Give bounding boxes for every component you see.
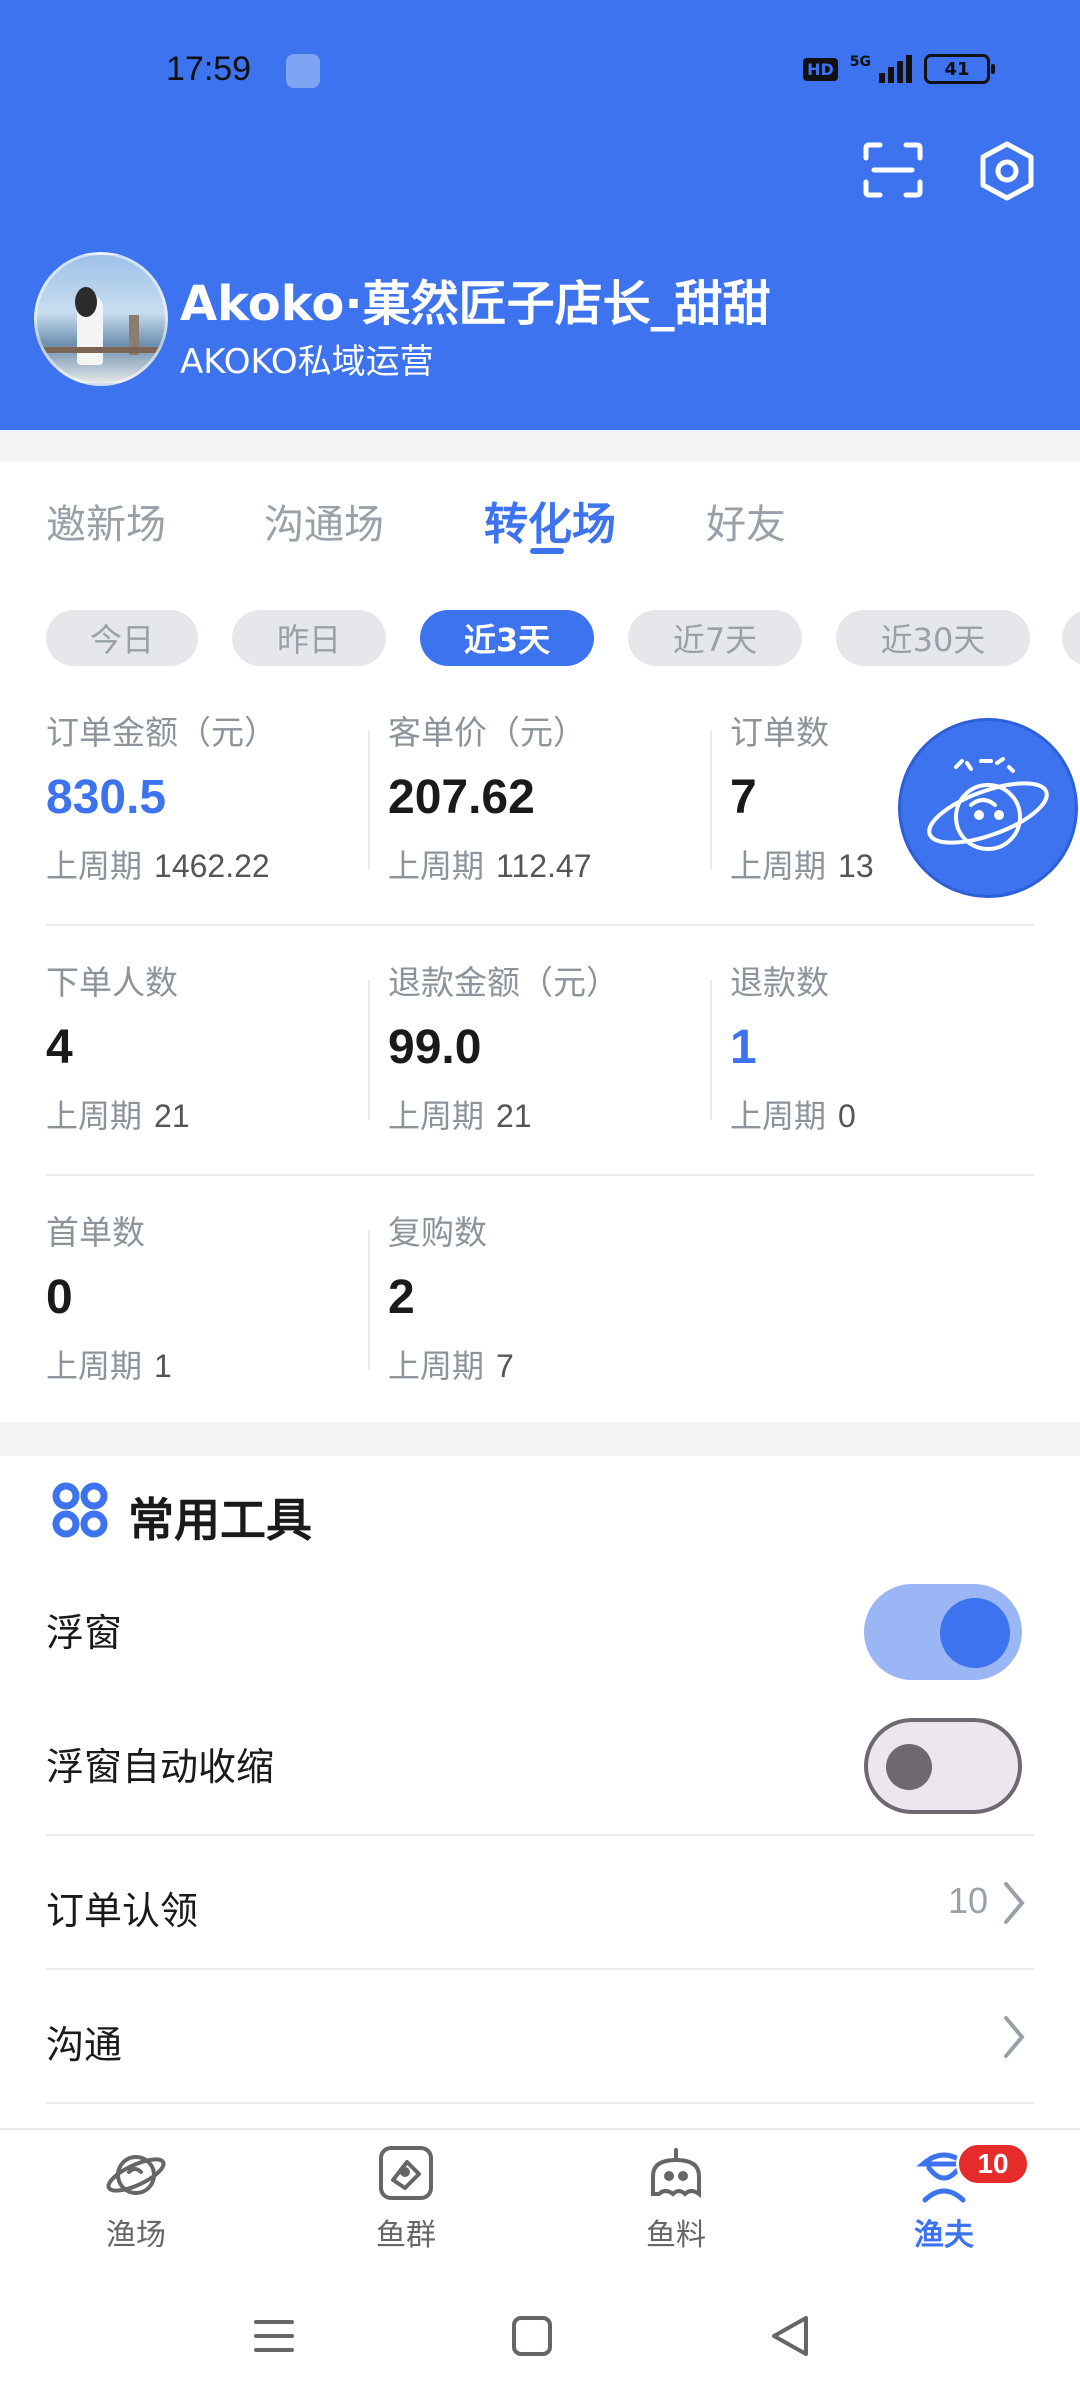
user-role: AKOKO私域运营 [180, 342, 434, 382]
battery-level: 41 [944, 58, 970, 80]
tab-invite[interactable]: 邀新场 [46, 492, 166, 550]
metric-previous: 上周期 1462.22 [46, 847, 270, 885]
metric-refund-count: 退款数 1 上周期 0 [730, 956, 1060, 1137]
metric-label: 下单人数 [46, 963, 178, 1002]
metric-previous: 上周期 21 [46, 1097, 190, 1135]
metric-label: 客单价（元） [388, 713, 586, 752]
row-divider [46, 1174, 1034, 1176]
metric-value: 830.5 [46, 771, 167, 824]
divider [368, 1230, 370, 1370]
date-range-chips: 今日 昨日 近3天 近7天 近30天 [0, 610, 1080, 668]
divider [368, 730, 370, 870]
row-divider [46, 2102, 1034, 2104]
divider [368, 980, 370, 1120]
metric-label: 复购数 [388, 1213, 487, 1252]
notification-app-icon [286, 54, 320, 88]
chat-row[interactable]: 沟通 [46, 1970, 1034, 2104]
home-icon[interactable] [504, 2308, 560, 2364]
metric-value: 207.62 [388, 771, 535, 824]
metric-value: 0 [46, 1271, 73, 1324]
active-tab-indicator [530, 548, 564, 554]
planet-icon [106, 2155, 166, 2195]
nav-label: 鱼群 [376, 2218, 436, 2253]
scene-tabs: 邀新场 沟通场 转化场 好友 [0, 492, 1080, 572]
chevron-right-icon [1004, 2016, 1025, 2058]
section-title: 常用工具 [128, 1493, 312, 1547]
scan-icon[interactable] [862, 142, 924, 198]
floating-assistant-bubble[interactable] [898, 718, 1078, 898]
row-label: 浮窗自动收缩 [46, 1745, 275, 1789]
user-name: Akoko·菓然匠子店长_甜甜 [180, 276, 771, 332]
range-more[interactable] [1062, 610, 1080, 666]
status-time: 17:59 [166, 50, 252, 88]
order-claim-count: 10 [947, 1880, 988, 1921]
range-7days[interactable]: 近7天 [628, 610, 802, 666]
metric-previous: 上周期 0 [730, 1097, 856, 1135]
row-label: 沟通 [46, 2023, 123, 2067]
nav-bait[interactable]: 鱼料 [606, 2142, 746, 2262]
settings-icon[interactable] [978, 140, 1036, 202]
metric-label: 订单金额（元） [46, 713, 277, 752]
range-3days[interactable]: 近3天 [420, 610, 594, 666]
status-bar: 17:59 HD 5G 41 [0, 48, 1080, 98]
tab-communicate[interactable]: 沟通场 [264, 492, 384, 550]
metric-repurchase-count: 复购数 2 上周期 7 [388, 1206, 718, 1387]
bait-icon [651, 2148, 701, 2198]
metric-previous: 上周期 1 [46, 1347, 172, 1385]
float-window-row: 浮窗 [46, 1558, 1034, 1692]
nav-label: 渔夫 [914, 2218, 974, 2253]
metric-label: 退款数 [730, 963, 829, 1002]
order-claim-row[interactable]: 订单认领 10 [46, 1836, 1034, 1970]
system-navigation-bar [0, 2268, 1080, 2400]
metric-value: 1 [730, 1021, 757, 1074]
back-icon[interactable] [762, 2308, 818, 2364]
metric-order-amount: 订单金额（元） 830.5 上周期 1462.22 [46, 706, 376, 887]
metric-value: 99.0 [388, 1021, 482, 1074]
grid-icon [50, 1480, 110, 1540]
stats-card: 邀新场 沟通场 转化场 好友 今日 昨日 近3天 近7天 近30天 订单金额（元… [0, 462, 1080, 1422]
status-indicators: HD 5G 41 [803, 54, 995, 84]
metric-refund-amount: 退款金额（元） 99.0 上周期 21 [388, 956, 718, 1137]
nav-fish-group[interactable]: 鱼群 [336, 2142, 476, 2262]
metric-value: 4 [46, 1021, 73, 1074]
metric-value: 2 [388, 1271, 415, 1324]
nav-fishing-ground[interactable]: 渔场 [66, 2142, 206, 2262]
chevron-right-icon [1004, 1882, 1025, 1924]
notification-badge: 10 [956, 2142, 1030, 2186]
metric-buyer-count: 下单人数 4 上周期 21 [46, 956, 376, 1137]
metric-previous: 上周期 21 [388, 1097, 532, 1135]
range-today[interactable]: 今日 [46, 610, 198, 666]
metric-label: 首单数 [46, 1213, 145, 1252]
nav-label: 渔场 [106, 2218, 166, 2253]
network-type: 5G [849, 54, 871, 70]
float-window-toggle[interactable] [864, 1584, 1022, 1680]
row-label: 订单认领 [46, 1889, 199, 1933]
battery-icon: 41 [924, 54, 995, 84]
auto-shrink-row: 浮窗自动收缩 [46, 1692, 1034, 1826]
range-30days[interactable]: 近30天 [836, 610, 1030, 666]
divider [710, 980, 712, 1120]
tab-convert[interactable]: 转化场 [484, 488, 616, 552]
metric-label: 退款金额（元） [388, 963, 619, 1002]
hd-icon: HD [803, 57, 838, 81]
signal-icon [879, 55, 912, 83]
auto-shrink-toggle[interactable] [864, 1718, 1022, 1814]
fish-group-icon [379, 2146, 433, 2200]
avatar[interactable] [34, 252, 168, 386]
metric-previous: 上周期 112.47 [388, 847, 592, 885]
profile-header: 17:59 HD 5G 41 Akoko·菓然匠子店长_甜甜 AKOKO私域运营 [0, 0, 1080, 430]
metric-previous: 上周期 7 [388, 1347, 514, 1385]
menu-icon[interactable] [246, 2308, 302, 2364]
metric-first-order-count: 首单数 0 上周期 1 [46, 1206, 376, 1387]
nav-fisherman[interactable]: 渔夫 10 [874, 2142, 1030, 2262]
range-yesterday[interactable]: 昨日 [232, 610, 386, 666]
metric-avg-order-price: 客单价（元） 207.62 上周期 112.47 [388, 706, 718, 887]
nav-label: 鱼料 [646, 2218, 706, 2253]
bottom-nav: 渔场 鱼群 鱼料 渔夫 10 [0, 2128, 1080, 2268]
tab-friends[interactable]: 好友 [706, 492, 786, 550]
common-tools-section: 常用工具 浮窗 浮窗自动收缩 订单认领 10 沟通 [0, 1456, 1080, 2128]
row-divider [46, 924, 1034, 926]
row-label: 浮窗 [46, 1611, 123, 1655]
divider [710, 730, 712, 870]
